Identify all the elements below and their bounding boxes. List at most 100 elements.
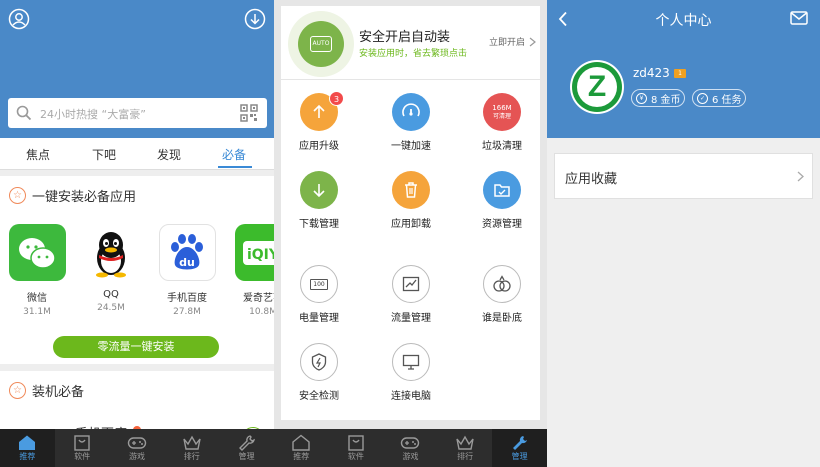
- tab-xiaba[interactable]: 下吧: [92, 146, 116, 163]
- upgrade-icon: 3: [300, 91, 344, 131]
- tool-label: 资源管理: [482, 219, 522, 230]
- tool-speedup[interactable]: 一键加速: [376, 93, 446, 152]
- home-icon: [19, 435, 36, 450]
- app-name: 微信: [27, 293, 47, 304]
- tool-label: 流量管理: [391, 313, 431, 324]
- tool-security-check[interactable]: 安全检测: [284, 343, 354, 402]
- tab-label: 管理: [238, 452, 255, 461]
- favorites-row[interactable]: 应用收藏: [554, 153, 813, 199]
- one-click-install-button[interactable]: 零流量一键安装: [53, 336, 219, 358]
- bag-icon: [348, 435, 364, 451]
- tab-games[interactable]: 游戏: [383, 429, 438, 467]
- bottom-tabbar: 推荐 软件 游戏 排行 管理: [274, 429, 547, 467]
- tab-recommend[interactable]: 推荐: [274, 429, 329, 467]
- app-iqiyi[interactable]: iQIY 爱奇艺花 10.8M: [232, 224, 274, 317]
- auto-install-icon-halo: AUTO: [288, 11, 354, 77]
- tab-label: 游戏: [402, 452, 419, 461]
- gamepad-icon: [401, 437, 420, 449]
- tab-manage[interactable]: 管理: [492, 429, 547, 467]
- tool-download-manager[interactable]: 下载管理: [284, 171, 354, 230]
- page-title: 个人中心: [655, 13, 712, 29]
- auto-chip-icon: AUTO: [310, 36, 332, 52]
- app-qq[interactable]: QQ 24.5M: [80, 224, 142, 313]
- user-icon[interactable]: [8, 8, 30, 30]
- junk-caption: 可清理: [492, 112, 511, 120]
- category-tabs: 焦点 下吧 发现 必备: [0, 138, 274, 170]
- shield-icon: [300, 343, 338, 381]
- qr-scan-icon[interactable]: [240, 104, 258, 122]
- auto-install-banner[interactable]: AUTO 安全开启自动装 安装应用时，省去繁琐点击 立即开启: [281, 6, 540, 80]
- tab-ranking[interactable]: 排行: [438, 429, 493, 467]
- search-icon: [16, 105, 32, 121]
- avatar[interactable]: Z: [570, 60, 624, 114]
- search-bar[interactable]: 24小时热搜 “大富豪”: [8, 98, 267, 128]
- tab-essential[interactable]: 必备: [222, 146, 246, 163]
- tool-traffic[interactable]: 流量管理: [376, 265, 446, 324]
- tool-connect-pc[interactable]: 连接电脑: [376, 343, 446, 402]
- banner-action[interactable]: 立即开启: [489, 35, 525, 48]
- qq-icon: [82, 224, 140, 281]
- username: zd423: [633, 66, 670, 80]
- update-count-badge: 3: [329, 91, 344, 106]
- app-name: QQ: [103, 289, 119, 300]
- tab-label: 推荐: [19, 452, 36, 461]
- star-icon: ☆: [9, 187, 26, 204]
- banner-subtitle: 安装应用时，省去繁琐点击: [359, 49, 468, 59]
- chevron-right-icon: [797, 171, 804, 182]
- mail-icon[interactable]: [790, 11, 808, 25]
- tasks-pill[interactable]: ✓ 6 任务: [692, 89, 746, 107]
- trash-icon: [392, 171, 430, 209]
- tab-focus[interactable]: 焦点: [26, 146, 50, 163]
- download-icon[interactable]: [244, 8, 266, 30]
- app-size: 31.1M: [23, 307, 51, 317]
- tool-label: 应用升级: [299, 141, 339, 152]
- app-wechat[interactable]: 微信 31.1M: [6, 224, 68, 317]
- tab-label: 推荐: [293, 452, 310, 461]
- search-placeholder: 24小时热搜 “大富豪”: [40, 108, 146, 121]
- wechat-icon: [8, 224, 66, 281]
- tool-undercover[interactable]: 谁是卧底: [467, 265, 537, 324]
- tab-manage[interactable]: 管理: [219, 429, 274, 467]
- tool-app-upgrade[interactable]: 3 应用升级: [284, 91, 354, 152]
- coins-pill[interactable]: ¥ 8 金币: [631, 89, 685, 107]
- level-badge: 1: [674, 69, 686, 78]
- app-baidu[interactable]: du 手机百度 27.8M: [156, 224, 218, 317]
- tab-ranking[interactable]: 排行: [164, 429, 219, 467]
- app-name: 手机百度: [167, 293, 207, 304]
- tool-label: 安全检测: [299, 391, 339, 402]
- tool-junk-clean[interactable]: 166M 可清理 垃圾清理: [467, 93, 537, 152]
- tool-uninstall[interactable]: 应用卸载: [376, 171, 446, 230]
- home-icon: [292, 434, 310, 451]
- bottom-tabbar: 推荐 软件 游戏 排行 管理: [0, 429, 274, 467]
- middle-screen: AUTO 安全开启自动装 安装应用时，省去繁琐点击 立即开启 3 应用升级 一键…: [274, 0, 547, 467]
- tool-battery[interactable]: 100 电量管理: [284, 265, 354, 324]
- gamepad-icon: [127, 437, 147, 449]
- tab-label: 管理: [511, 452, 528, 461]
- essential-apps-card: ☆ 一键安装必备应用 微信 31.1M QQ 24.5M du 手机百度 27.…: [0, 176, 274, 364]
- wrench-icon: [238, 435, 255, 451]
- coins-count: 8 金币: [651, 94, 681, 106]
- svg-text:iQIY: iQIY: [247, 247, 274, 263]
- undercover-icon: [483, 265, 521, 303]
- right-screen: 个人中心 Z zd423 1 ¥ 8 金币 ✓ 6 任务 应用收藏: [547, 0, 820, 467]
- tab-label: 软件: [74, 452, 91, 461]
- tab-discover[interactable]: 发现: [157, 146, 181, 163]
- tab-software[interactable]: 软件: [55, 429, 110, 467]
- tab-games[interactable]: 游戏: [110, 429, 165, 467]
- active-tab-indicator: [218, 166, 252, 168]
- tab-recommend[interactable]: 推荐: [0, 429, 55, 467]
- coin-icon: ¥: [636, 92, 647, 104]
- speedometer-icon: [392, 93, 430, 131]
- tab-software[interactable]: 软件: [329, 429, 384, 467]
- chevron-right-icon: [529, 37, 536, 47]
- tool-resource-manager[interactable]: 资源管理: [467, 171, 537, 230]
- section-title: 装机必备: [32, 385, 85, 400]
- section-title: 一键安装必备应用: [32, 190, 137, 205]
- wrench-icon: [512, 436, 527, 450]
- tool-label: 谁是卧底: [482, 313, 522, 324]
- junk-size: 166M: [492, 103, 512, 112]
- tab-label: 排行: [457, 452, 474, 461]
- tool-label: 一键加速: [391, 141, 431, 152]
- tab-label: 排行: [183, 452, 200, 461]
- tab-label: 游戏: [128, 452, 145, 461]
